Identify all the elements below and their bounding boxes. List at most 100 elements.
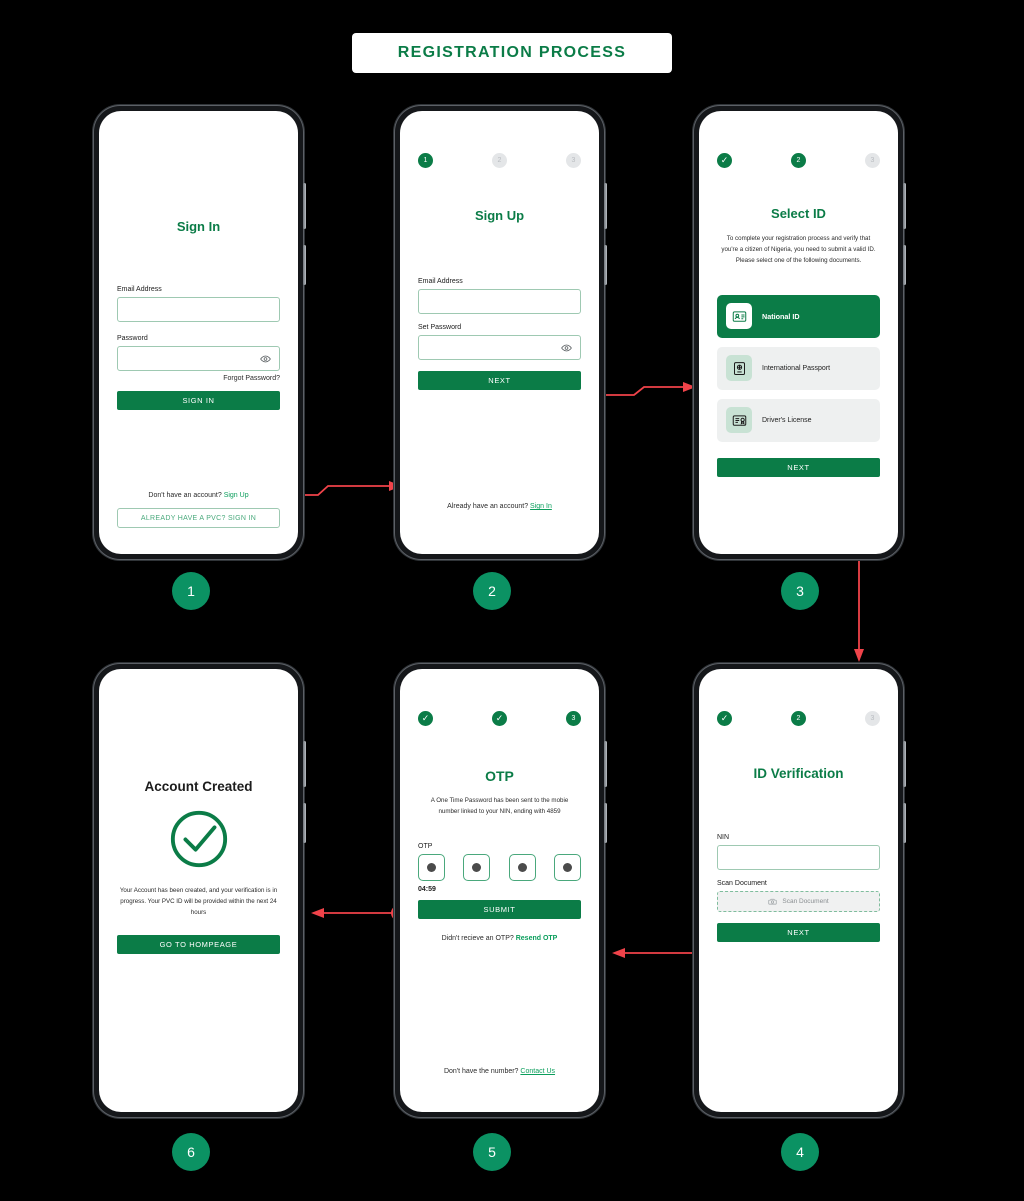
nin-input[interactable]	[717, 845, 880, 870]
power-button[interactable]	[303, 803, 306, 843]
submit-button[interactable]: SUBMIT	[418, 899, 581, 919]
volume-button[interactable]	[604, 183, 607, 229]
sign-up-prompt: Don't have an account? Sign Up	[117, 492, 280, 499]
email-input[interactable]	[117, 297, 280, 322]
step-indicator-3[interactable]: 3	[865, 711, 880, 726]
otp-digit-3[interactable]	[508, 853, 536, 881]
phone-screen-account-created: Account Created Your Account has been cr…	[93, 663, 306, 1118]
step-indicator-2[interactable]: 2	[791, 711, 806, 726]
otp-digit-4-value	[562, 862, 572, 872]
set-password-input[interactable]	[418, 335, 581, 360]
page-title-banner: REGISTRATION PROCESS	[352, 33, 672, 73]
sign-in-button[interactable]: SIGN IN	[117, 391, 280, 410]
step-indicator-3-label: 3	[870, 715, 875, 722]
otp-digit-4[interactable]	[553, 853, 581, 881]
email-input[interactable]	[418, 289, 581, 314]
scan-document-label: Scan Document	[717, 880, 767, 887]
step-indicator-1[interactable]: 1	[418, 153, 433, 168]
password-input[interactable]	[117, 346, 280, 371]
page-title-account-created: Account Created	[144, 779, 253, 794]
otp-digit-2-value	[472, 862, 482, 872]
step-indicator-1-label: ✓	[720, 155, 729, 165]
flow-badge-4-label: 4	[796, 1144, 804, 1160]
volume-button[interactable]	[303, 183, 306, 229]
step-indicator-2[interactable]: 2	[492, 153, 507, 168]
eye-icon[interactable]	[260, 353, 271, 364]
eye-icon[interactable]	[561, 342, 572, 353]
step-indicator-1-label: 1	[423, 157, 428, 164]
step-indicator-3-label: 3	[571, 157, 576, 164]
step-indicator-1-label: ✓	[720, 713, 729, 723]
sign-in-prompt-text: Already have an account?	[447, 503, 529, 510]
volume-button[interactable]	[903, 741, 906, 787]
email-label: Email Address	[418, 278, 463, 285]
email-label: Email Address	[117, 286, 162, 293]
step-indicator-3[interactable]: 3	[566, 711, 581, 726]
screen-select-id: ✓ 2 3 Select ID To complete your registr…	[699, 111, 898, 554]
id-option-national-id[interactable]: National ID	[717, 294, 880, 338]
power-button[interactable]	[303, 245, 306, 285]
passport-icon	[726, 355, 752, 382]
id-option-drivers-license[interactable]: Driver's License	[717, 398, 880, 442]
resend-otp-link[interactable]: Resend OTP	[516, 935, 558, 942]
have-pvc-sign-in-button[interactable]: ALREADY HAVE A PVC? SIGN IN	[117, 508, 280, 528]
flow-badge-3-label: 3	[796, 583, 804, 599]
step-indicator-1[interactable]: ✓	[418, 711, 433, 726]
scan-document-dropzone[interactable]: Scan Document	[717, 891, 880, 912]
flow-badge-2: 2	[473, 572, 511, 610]
otp-label: OTP	[418, 842, 433, 850]
sign-up-link[interactable]: Sign Up	[224, 492, 249, 499]
id-option-international-passport[interactable]: International Passport	[717, 346, 880, 390]
set-password-label: Set Password	[418, 324, 462, 331]
account-created-description: Your Account has been created, and your …	[119, 887, 278, 916]
flow-badge-4: 4	[781, 1133, 819, 1171]
volume-button[interactable]	[303, 741, 306, 787]
nin-label: NIN	[717, 834, 730, 841]
contact-us-prompt-text: Don't have the number?	[443, 1068, 519, 1075]
flow-badge-5-label: 5	[488, 1144, 496, 1160]
otp-description: A One Time Password has been sent to the…	[430, 797, 569, 815]
next-button[interactable]: NEXT	[717, 457, 880, 477]
volume-button[interactable]	[903, 183, 906, 229]
id-option-international-passport-label: International Passport	[762, 364, 831, 372]
step-indicator-3[interactable]: 3	[865, 153, 880, 168]
drivers-license-icon	[726, 407, 752, 434]
power-button[interactable]	[604, 803, 607, 843]
flow-badge-6-label: 6	[187, 1144, 195, 1160]
page-title-otp: OTP	[485, 768, 514, 784]
sign-in-link[interactable]: Sign In	[530, 503, 552, 510]
step-indicator-2-label: 2	[796, 715, 801, 722]
resend-otp-prompt-text: Didn't recieve an OTP?	[441, 934, 514, 942]
phone-screen-sign-up: 1 2 3 Sign Up Email Address Set Password…	[394, 105, 607, 560]
otp-digit-1[interactable]	[418, 853, 445, 881]
power-button[interactable]	[903, 245, 906, 285]
otp-countdown-timer: 04:59	[418, 885, 436, 893]
phone-screen-sign-in: Sign In Email Address Password Forgot Pa…	[93, 105, 306, 560]
check-circle-icon	[170, 810, 227, 868]
screen-otp: ✓ ✓ 3 OTP A One Time Password has been s…	[400, 669, 599, 1112]
sign-in-prompt: Already have an account? Sign In	[418, 503, 581, 510]
otp-digit-1-value	[427, 862, 436, 872]
forgot-password-link[interactable]: Forgot Password?	[117, 375, 280, 382]
id-option-drivers-license-label: Driver's License	[762, 416, 812, 424]
power-button[interactable]	[604, 245, 607, 285]
next-button[interactable]: NEXT	[717, 923, 880, 942]
phone-screen-select-id: ✓ 2 3 Select ID To complete your registr…	[693, 105, 906, 560]
flow-badge-1: 1	[172, 572, 210, 610]
otp-digit-3-value	[517, 862, 527, 872]
step-indicator-1[interactable]: ✓	[717, 711, 732, 726]
page-title: REGISTRATION PROCESS	[397, 44, 627, 61]
power-button[interactable]	[903, 803, 906, 843]
step-indicator-3-label: 3	[870, 157, 875, 164]
contact-us-link[interactable]: Contact Us	[520, 1068, 555, 1075]
next-button[interactable]: NEXT	[418, 371, 581, 390]
step-indicator-2[interactable]: ✓	[492, 711, 507, 726]
volume-button[interactable]	[604, 741, 607, 787]
step-indicator-3[interactable]: 3	[566, 153, 581, 168]
step-indicator-2[interactable]: 2	[791, 153, 806, 168]
step-indicator-1-label: ✓	[421, 713, 430, 723]
go-to-homepage-button[interactable]: GO TO HOMPEAGE	[117, 934, 280, 954]
otp-digit-2[interactable]	[463, 853, 491, 881]
step-indicator-1[interactable]: ✓	[717, 153, 732, 168]
flow-badge-6: 6	[172, 1133, 210, 1171]
